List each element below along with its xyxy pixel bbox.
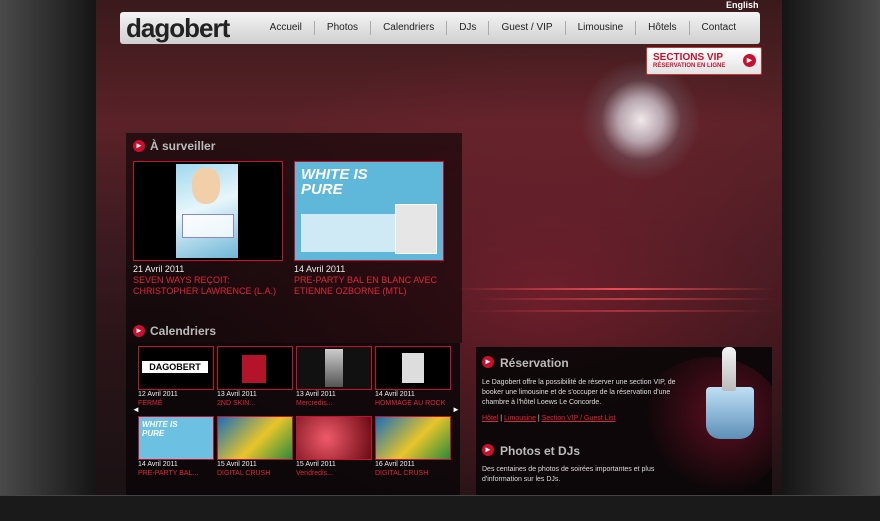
nav-accueil[interactable]: Accueil: [258, 21, 314, 35]
thumb-label[interactable]: DIGITAL CRUSH: [217, 470, 293, 478]
vip-subtitle: RÉSERVATION EN LIGNE: [653, 63, 726, 69]
top-nav-bar: dagobert Accueil Photos Calendriers DJs …: [120, 12, 760, 44]
site-logo[interactable]: dagobert: [126, 13, 230, 44]
calendar-thumb[interactable]: DAGOBERT: [138, 346, 214, 390]
reservation-panel: ► Réservation Le Dagobert offre la possi…: [476, 347, 772, 495]
poster-art: [176, 164, 238, 258]
language-link[interactable]: English: [726, 0, 759, 10]
nav-contact[interactable]: Contact: [688, 21, 748, 35]
featured-date-2: 14 Avril 2011: [294, 264, 346, 274]
featured-title-1[interactable]: Seven Ways reçoit: CHRISTOPHER LAWRENCE …: [133, 275, 283, 297]
nav-hotels[interactable]: Hôtels: [635, 21, 688, 35]
calendar-thumb[interactable]: [375, 346, 451, 390]
photos-title: Photos et DJs: [500, 444, 581, 458]
thumb-date: 15 Avril 2011: [217, 461, 257, 468]
nav-djs[interactable]: DJs: [446, 21, 488, 35]
featured-image-2[interactable]: WHITE IS PURE: [294, 161, 444, 261]
calendar-panel: ◄ ► DAGOBERT 12 Avril 2011 FERMÉ 13 Avri…: [126, 343, 460, 495]
main-nav: Accueil Photos Calendriers DJs Guest / V…: [258, 12, 748, 44]
thumb-label[interactable]: HOMMAGE AU ROCK: [375, 400, 451, 408]
calendar-thumb[interactable]: [296, 346, 372, 390]
calendar-thumb[interactable]: [217, 346, 293, 390]
bottom-taskbar: [0, 495, 880, 521]
section-arrow-icon: ►: [482, 356, 494, 368]
right-gutter: [782, 0, 880, 495]
section-arrow-icon: ►: [482, 444, 494, 456]
thumb-art: [402, 353, 424, 383]
thumb-date: 14 Avril 2011: [375, 391, 415, 398]
thumb-art: [325, 349, 343, 387]
thumb-art: [242, 355, 266, 383]
thumb-label[interactable]: Vendredis...: [296, 470, 372, 478]
light-streak: [466, 310, 776, 312]
poster-card: [301, 214, 409, 252]
link-section-vip[interactable]: Section VIP / Guest List: [542, 415, 616, 422]
link-limousine[interactable]: Limousine: [504, 415, 536, 422]
light-streak: [476, 298, 776, 300]
ice-bucket-image: [706, 387, 754, 439]
calendar-thumb[interactable]: [296, 416, 372, 460]
reservation-links: Hôtel | Limousine | Section VIP / Guest …: [482, 415, 616, 422]
thumb-label[interactable]: Mercredis...: [296, 400, 372, 408]
light-streak: [456, 288, 776, 290]
vip-title: SECTIONS VIP: [653, 52, 724, 63]
calendar-next-icon[interactable]: ►: [452, 405, 460, 414]
left-gutter: [0, 0, 96, 495]
thumb-date: 16 Avril 2011: [375, 461, 415, 468]
nav-guest-vip[interactable]: Guest / VIP: [488, 21, 564, 35]
bottle-image: [722, 347, 736, 391]
section-arrow-icon: ►: [133, 325, 145, 337]
thumb-date: 13 Avril 2011: [217, 391, 257, 398]
calendar-thumb[interactable]: [217, 416, 293, 460]
calendars-title: Calendriers: [150, 324, 217, 338]
featured-title-2[interactable]: PRE-PARTY BAL EN BLANC AVEC ETIENNE OZBO…: [294, 275, 444, 297]
poster-headline: WHITE IS PURE: [301, 166, 368, 198]
link-hotel[interactable]: Hôtel: [482, 415, 498, 422]
thumb-label[interactable]: DIGITAL CRUSH: [375, 470, 451, 478]
thumb-label[interactable]: PRE-PARTY BAL...: [138, 470, 214, 478]
thumb-date: 15 Avril 2011: [296, 461, 336, 468]
nav-limousine[interactable]: Limousine: [564, 21, 636, 35]
nav-photos[interactable]: Photos: [313, 21, 370, 35]
featured-image-1[interactable]: [133, 161, 283, 261]
thumb-date: 13 Avril 2011: [296, 391, 336, 398]
featured-date-1: 21 Avril 2011: [133, 264, 185, 274]
thumb-logo: DAGOBERT: [142, 361, 208, 373]
watch-title: À surveiller: [150, 139, 216, 153]
nav-calendriers[interactable]: Calendriers: [370, 21, 446, 35]
dj-photo: [395, 204, 437, 254]
thumb-headline: WHITE IS PURE: [142, 420, 178, 438]
thumb-label[interactable]: FERMÉ: [138, 400, 214, 408]
thumb-date: 14 Avril 2011: [138, 461, 178, 468]
photos-text: Des centaines de photos de soirées impor…: [482, 466, 655, 483]
calendar-thumb[interactable]: WHITE IS PURE: [138, 416, 214, 460]
arrow-right-icon: ►: [743, 54, 756, 67]
poster-text-block: [182, 214, 234, 238]
reservation-text: Le Dagobert offre la possibilité de rése…: [482, 379, 676, 406]
thumb-date: 12 Avril 2011: [138, 391, 178, 398]
thumb-label[interactable]: 2ND SKIN...: [217, 400, 293, 408]
calendar-thumb[interactable]: [375, 416, 451, 460]
site-container: dagobert Accueil Photos Calendriers DJs …: [96, 0, 782, 495]
section-arrow-icon: ►: [133, 140, 145, 152]
vip-sections-button[interactable]: SECTIONS VIP RÉSERVATION EN LIGNE ►: [646, 47, 762, 75]
dj-face: [192, 168, 220, 204]
reservation-title: Réservation: [500, 356, 569, 370]
